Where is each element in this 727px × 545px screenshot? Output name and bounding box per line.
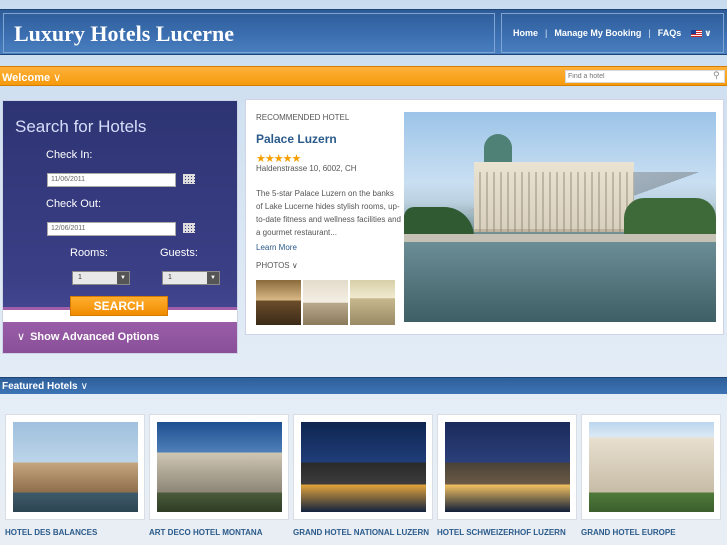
featured-hotel-name[interactable]: ART DECO HOTEL MONTANA: [149, 527, 289, 538]
find-hotel-input[interactable]: [565, 70, 725, 83]
check-in-label: Check In:: [46, 149, 93, 161]
advanced-options-label: Show Advanced Options: [30, 331, 160, 343]
welcome-toggle[interactable]: Welcome ∨: [2, 71, 61, 84]
site-title[interactable]: Luxury Hotels Lucerne: [14, 21, 234, 47]
photo-thumbnail[interactable]: [350, 280, 395, 325]
check-out-input[interactable]: 12/06/2011: [47, 222, 176, 236]
calendar-icon[interactable]: [183, 223, 195, 233]
us-flag-icon[interactable]: [691, 29, 703, 37]
featured-hotels-bar: Featured Hotels ∨: [0, 377, 727, 394]
photo-thumbnail[interactable]: [303, 280, 348, 325]
check-in-input[interactable]: 11/06/2011: [47, 173, 176, 187]
featured-hotel-card[interactable]: [437, 414, 577, 520]
hotel-address: Haldenstrasse 10, 6002, CH: [256, 164, 357, 173]
learn-more-link[interactable]: Learn More: [256, 243, 297, 252]
top-nav: Home | Manage My Booking | FAQs ∨: [501, 13, 724, 53]
nav-home-link[interactable]: Home: [513, 28, 538, 38]
recommended-hotel-name[interactable]: Palace Luzern: [256, 132, 337, 146]
search-panel-title: Search for Hotels: [15, 117, 147, 136]
featured-hotel-card[interactable]: [5, 414, 145, 520]
featured-hotel-name[interactable]: GRAND HOTEL NATIONAL LUZERN: [293, 527, 433, 538]
featured-label: Featured Hotels: [2, 381, 78, 392]
rooms-label: Rooms:: [70, 247, 108, 259]
photo-hotel-building: [474, 162, 634, 232]
chevron-down-icon: ∨: [291, 261, 298, 270]
featured-hotel-card[interactable]: [293, 414, 433, 520]
featured-hotel-card[interactable]: [581, 414, 721, 520]
photos-label: PHOTOS: [256, 261, 290, 270]
guests-select[interactable]: 1 ▼: [162, 271, 220, 285]
featured-hotel-name[interactable]: HOTEL SCHWEIZERHOF LUZERN: [437, 527, 577, 538]
search-button[interactable]: SEARCH: [70, 296, 168, 316]
language-chevron-icon[interactable]: ∨: [704, 28, 711, 39]
photo-shore: [404, 234, 716, 242]
guests-value: 1: [168, 274, 172, 281]
check-out-label: Check Out:: [46, 198, 102, 210]
nav-faqs-link[interactable]: FAQs: [658, 28, 682, 38]
photos-toggle[interactable]: PHOTOS ∨: [256, 261, 298, 270]
rooms-value: 1: [78, 274, 82, 281]
photo-water: [404, 242, 716, 322]
chevron-down-icon: ∨: [80, 381, 88, 392]
featured-hotel-name[interactable]: GRAND HOTEL EUROPE: [581, 527, 721, 538]
chevron-down-icon: ∨: [17, 331, 26, 343]
photo-thumbnail[interactable]: [256, 280, 301, 325]
featured-hotel-card[interactable]: [149, 414, 289, 520]
hotel-description: The 5-star Palace Luzern on the banks of…: [256, 189, 401, 237]
guests-label: Guests:: [160, 247, 198, 259]
featured-hotel-image[interactable]: [13, 422, 138, 512]
recommended-hotel-photo[interactable]: [404, 112, 716, 322]
featured-toggle[interactable]: Featured Hotels ∨: [2, 381, 88, 392]
recommended-kicker: RECOMMENDED HOTEL: [256, 113, 350, 122]
welcome-label: Welcome: [2, 72, 51, 84]
nav-separator: |: [648, 28, 651, 38]
photo-trees: [624, 198, 716, 238]
site-header: Luxury Hotels Lucerne Home | Manage My B…: [0, 9, 727, 55]
search-icon[interactable]: ⚲: [713, 70, 720, 81]
featured-hotel-image[interactable]: [301, 422, 426, 512]
featured-hotel-image[interactable]: [445, 422, 570, 512]
dropdown-arrow-icon: ▼: [117, 272, 129, 284]
rooms-select[interactable]: 1 ▼: [72, 271, 130, 285]
calendar-icon[interactable]: [183, 174, 195, 184]
logo-box[interactable]: Luxury Hotels Lucerne: [3, 13, 495, 53]
featured-hotel-name[interactable]: HOTEL DES BALANCES: [5, 527, 145, 538]
dropdown-arrow-icon: ▼: [207, 272, 219, 284]
search-panel: Search for Hotels Check In: 11/06/2011 C…: [2, 100, 238, 354]
chevron-down-icon: ∨: [53, 72, 62, 84]
featured-hotel-image[interactable]: [589, 422, 714, 512]
nav-manage-booking-link[interactable]: Manage My Booking: [554, 28, 641, 38]
welcome-bar: Welcome∨ ⚲: [0, 66, 727, 86]
show-advanced-options-toggle[interactable]: ∨ Show Advanced Options: [3, 322, 237, 353]
featured-hotel-image[interactable]: [157, 422, 282, 512]
nav-separator: |: [545, 28, 548, 38]
recommended-hotel-panel: RECOMMENDED HOTEL Palace Luzern ★★★★★ Ha…: [245, 99, 724, 335]
